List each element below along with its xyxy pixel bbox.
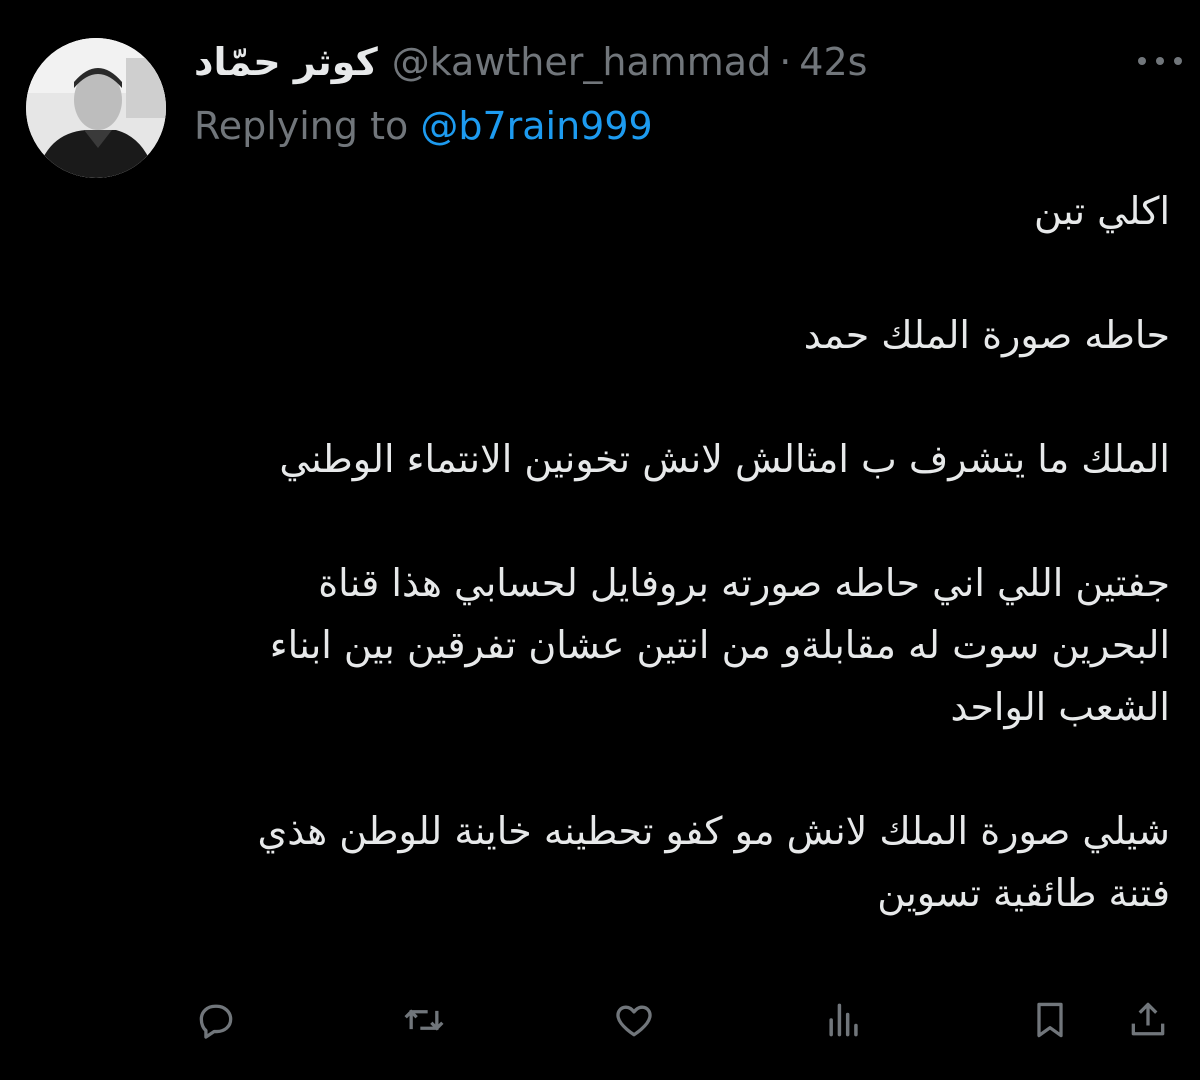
- retweet-button[interactable]: [398, 994, 450, 1046]
- tweet: كوثر حمّاد @kawther_hammad · 42s Replyin…: [0, 0, 1200, 1080]
- more-horizontal-icon[interactable]: [1138, 46, 1182, 76]
- views-button[interactable]: [818, 994, 870, 1046]
- tweet-paragraph: شيلي صورة الملك لانش مو كفو تحطينه خاينة…: [257, 809, 1170, 915]
- display-name[interactable]: كوثر حمّاد: [194, 40, 378, 84]
- tweet-paragraph: حاطه صورة الملك حمد: [803, 313, 1170, 357]
- separator-dot: ·: [779, 40, 792, 84]
- tweet-paragraph: جفتين اللي اني حاطه صورته بروفايل لحسابي…: [269, 561, 1170, 729]
- replying-to-mention[interactable]: @b7rain999: [420, 104, 652, 148]
- reply-button[interactable]: [190, 994, 242, 1046]
- action-bar: [0, 994, 1200, 1054]
- user-handle[interactable]: @kawther_hammad: [392, 40, 772, 84]
- like-button[interactable]: [608, 994, 660, 1046]
- share-icon: [1131, 1002, 1165, 1036]
- tweet-paragraph: اكلي تبن: [1034, 189, 1170, 233]
- timestamp[interactable]: 42s: [799, 40, 867, 84]
- tweet-header: كوثر حمّاد @kawther_hammad · 42s: [194, 36, 867, 88]
- avatar[interactable]: [26, 38, 166, 178]
- replying-to: Replying to @b7rain999: [194, 104, 653, 148]
- tweet-paragraph: الملك ما يتشرف ب امثالش لانش تخونين الان…: [279, 437, 1170, 481]
- avatar-photo: [26, 38, 166, 178]
- bookmark-button[interactable]: [1024, 994, 1076, 1046]
- share-button[interactable]: [1122, 994, 1174, 1046]
- like-icon: [616, 1005, 652, 1037]
- tweet-text: اكلي تبن حاطه صورة الملك حمد الملك ما يت…: [210, 180, 1170, 924]
- replying-prefix: Replying to: [194, 104, 409, 148]
- bookmark-icon: [1037, 1002, 1063, 1038]
- reply-icon: [199, 1004, 233, 1039]
- views-icon: [829, 1003, 858, 1037]
- retweet-icon: [404, 1009, 444, 1031]
